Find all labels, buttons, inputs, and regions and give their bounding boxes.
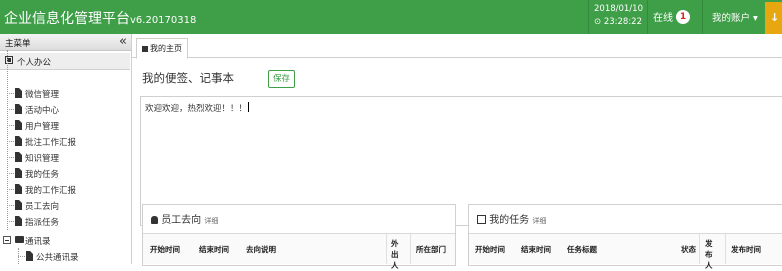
text-caret [248, 102, 250, 112]
folder-icon [15, 236, 24, 243]
sidebar: 主菜单 « 个人办公 [0, 34, 132, 264]
sidebar-item-my-tasks[interactable]: 我的任务 [7, 167, 127, 180]
edit-icon [477, 215, 486, 224]
sidebar-folder-label: 通讯录 [25, 237, 51, 247]
save-button[interactable]: 保存 [268, 70, 296, 88]
online-count-badge: 1 [676, 9, 690, 24]
online-label: 在线 [653, 13, 673, 24]
online-users-button[interactable]: 在线 1 [653, 9, 690, 24]
details-link[interactable]: 详细 [532, 217, 546, 225]
sidebar-group-personal-office[interactable]: 个人办公 [0, 53, 130, 70]
sidebar-item-label: 我的工作汇报 [25, 186, 77, 196]
document-icon [15, 152, 22, 162]
sidebar-item-my-reports[interactable]: 我的工作汇报 [7, 183, 127, 196]
my-tasks-panel: 我的任务 详细 开始时间 结束时间 任务标题 状态 发布人 发布时间 [468, 204, 782, 270]
sidebar-item-wechat[interactable]: 微信管理 [7, 87, 127, 100]
column-header[interactable]: 发布人 [705, 238, 719, 271]
document-icon [26, 251, 33, 261]
home-icon [142, 45, 148, 52]
my-account-dropdown[interactable]: 我的账户 ▾ [712, 10, 758, 24]
column-header[interactable]: 所在部门 [416, 244, 446, 255]
column-divider [725, 234, 726, 264]
sidebar-item-staff-whereabouts[interactable]: 员工去向 [7, 199, 127, 212]
header-divider [647, 0, 648, 34]
table-header: 开始时间 结束时间 去向说明 外出人 所在部门 [143, 233, 455, 270]
date-text: 2018/01/10 [594, 4, 643, 14]
app-title-text: 企业信息化管理平台 [4, 11, 130, 27]
tab-label: 我的主页 [150, 44, 182, 53]
document-icon [15, 88, 22, 98]
sidebar-folder-contacts[interactable]: 通讯录 [3, 234, 127, 247]
document-icon [15, 136, 22, 146]
document-icon [15, 200, 22, 210]
column-header[interactable]: 结束时间 [521, 244, 551, 255]
column-divider [410, 234, 411, 264]
sidebar-item-label: 知识管理 [25, 154, 60, 164]
app-title: 企业信息化管理平台v6.20170318 [4, 8, 196, 28]
sidebar-item-label: 公共通讯录 [36, 253, 79, 263]
sidebar-title: 主菜单 [5, 39, 31, 49]
download-icon: ↓ [770, 11, 780, 24]
column-header[interactable]: 开始时间 [475, 244, 505, 255]
staff-whereabouts-panel: 员工去向 详细 开始时间 结束时间 去向说明 外出人 所在部门 [142, 204, 456, 270]
panel-title: 我的任务 详细 [477, 211, 546, 226]
tab-home[interactable]: 我的主页 [136, 38, 188, 59]
panel-title-text: 员工去向 [161, 215, 202, 226]
header-action-button[interactable]: ↓ [765, 2, 782, 34]
collapse-toggle-icon[interactable] [3, 236, 11, 244]
panel-title-text: 我的任务 [489, 215, 530, 226]
column-divider [699, 234, 700, 264]
sidebar-item-label: 活动中心 [25, 106, 60, 116]
document-icon [15, 216, 22, 226]
app-header: 企业信息化管理平台v6.20170318 2018/01/10 ⊙ 23:28:… [0, 0, 782, 34]
sidebar-item-label: 指派任务 [25, 218, 60, 228]
header-divider [588, 0, 589, 34]
sidebar-group-label: 个人办公 [17, 58, 52, 68]
main-content: 我的主页 我的便签、记事本 保存 欢迎欢迎，热烈欢迎！！！ 员工去向 详细 开始… [132, 34, 782, 270]
sidebar-item-activity[interactable]: 活动中心 [7, 103, 127, 116]
column-header[interactable]: 结束时间 [199, 244, 229, 255]
document-icon [15, 168, 22, 178]
document-icon [15, 184, 22, 194]
header-divider [702, 0, 703, 34]
panel-title: 员工去向 详细 [151, 211, 218, 226]
column-divider [386, 234, 387, 264]
column-header[interactable]: 开始时间 [150, 244, 180, 255]
sidebar-item-assign-tasks[interactable]: 指派任务 [7, 215, 127, 228]
sidebar-item-label: 我的任务 [25, 170, 60, 180]
notepad-title: 我的便签、记事本 [142, 71, 234, 85]
sidebar-item-public-contacts[interactable]: 公共通讯录 [18, 250, 138, 263]
sidebar-item-label: 批注工作汇报 [25, 138, 77, 148]
collapse-sidebar-icon[interactable]: « [119, 34, 127, 49]
sidebar-item-users[interactable]: 用户管理 [7, 119, 127, 132]
details-link[interactable]: 详细 [204, 217, 218, 225]
sidebar-item-annotate-reports[interactable]: 批注工作汇报 [7, 135, 127, 148]
sidebar-item-label: 用户管理 [25, 122, 60, 132]
column-header[interactable]: 去向说明 [246, 244, 276, 255]
time-text: ⊙ 23:28:22 [594, 17, 642, 27]
column-header[interactable]: 外出人 [391, 238, 405, 271]
document-icon [15, 120, 22, 130]
sidebar-item-knowledge[interactable]: 知识管理 [7, 151, 127, 164]
app-version: v6.20170318 [130, 15, 197, 26]
sidebar-item-label: 微信管理 [25, 90, 60, 100]
notepad-text: 欢迎欢迎，热烈欢迎！！！ [145, 104, 248, 114]
column-header[interactable]: 状态 [681, 244, 696, 255]
user-icon [151, 216, 158, 224]
sidebar-header: 主菜单 « [0, 34, 131, 51]
datetime-display: 2018/01/10 ⊙ 23:28:22 [594, 3, 643, 29]
tab-bar: 我的主页 [132, 34, 782, 59]
column-header[interactable]: 发布时间 [731, 244, 761, 255]
document-icon [15, 104, 22, 114]
sidebar-item-label: 员工去向 [25, 202, 60, 212]
column-header[interactable]: 任务标题 [567, 244, 597, 255]
table-header: 开始时间 结束时间 任务标题 状态 发布人 发布时间 [469, 233, 782, 270]
